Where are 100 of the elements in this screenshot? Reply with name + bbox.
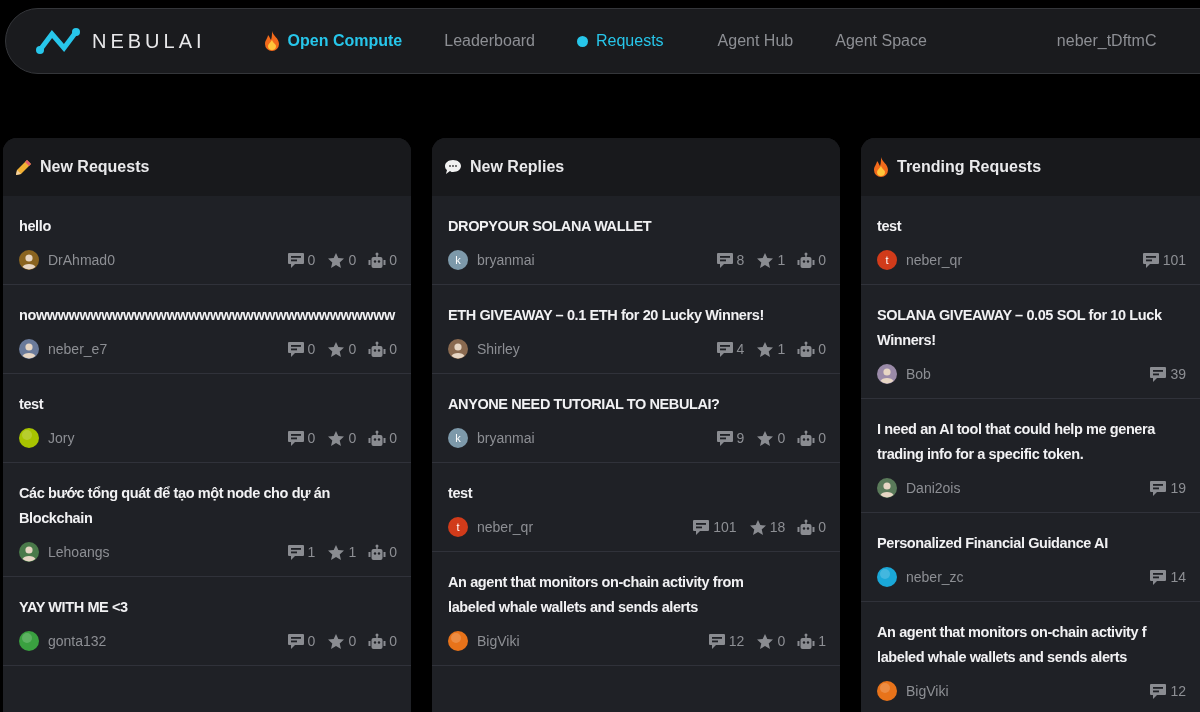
star-icon — [756, 251, 775, 269]
star-count: 1 — [777, 341, 786, 357]
author-name: bryanmai — [477, 430, 536, 446]
robot-icon — [797, 429, 816, 447]
request-title: Personalized Financial Guidance AI — [877, 534, 1108, 553]
star-icon — [327, 340, 346, 358]
robot-icon — [368, 632, 387, 650]
comment-count: 19 — [1170, 480, 1186, 496]
speech-bubble-icon — [444, 159, 462, 175]
nav-link[interactable]: Open Compute — [263, 31, 403, 51]
comment-icon — [286, 251, 305, 269]
request-title: Các bước tổng quát để tạo một node cho dự án Blockchain — [19, 484, 330, 528]
agent-count: 0 — [818, 519, 826, 535]
panel-title: New Replies — [470, 158, 565, 176]
request-item[interactable]: An agent that monitors on-chain activity from labeled whale wallets and sends alerts BigViki 12 0 1 — [432, 552, 840, 666]
agent-count: 0 — [818, 430, 826, 446]
author-name: DrAhmad0 — [48, 252, 116, 268]
author-name: BigViki — [906, 683, 950, 699]
comment-count: 12 — [728, 633, 745, 649]
author-name: gonta132 — [48, 633, 108, 649]
star-count: 0 — [777, 430, 786, 446]
username[interactable]: neber_tDftmC — [1056, 32, 1157, 50]
nav-link[interactable]: Agent Hub — [717, 32, 794, 50]
comment-icon — [715, 251, 734, 269]
comment-icon — [1149, 568, 1168, 586]
request-item[interactable]: ANYONE NEED TUTORIAL TO NEBULAI? k bryanmai 9 0 0 — [432, 374, 840, 463]
comment-icon — [1149, 479, 1168, 497]
request-item[interactable]: test t neber_qr 101 18 0 — [432, 463, 840, 552]
agent-count: 0 — [389, 633, 397, 649]
pencil-icon — [15, 158, 32, 176]
panel-title: Trending Requests — [897, 158, 1042, 176]
author-name: Dani2ois — [906, 480, 962, 496]
request-item[interactable]: Các bước tổng quát để tạo một node cho dự án Blockchain Lehoangs 1 1 0 — [3, 463, 411, 577]
star-icon — [327, 543, 346, 561]
request-item[interactable]: Personalized Financial Guidance AI neber_zc 14 — [861, 513, 1200, 602]
request-title: test — [877, 217, 902, 236]
robot-icon — [797, 251, 816, 269]
panel-title: New Requests — [40, 158, 150, 176]
star-icon — [756, 632, 775, 650]
request-item[interactable]: DROPYOUR SOLANA WALLET k bryanmai 8 1 0 — [432, 196, 840, 285]
agent-count: 1 — [818, 633, 826, 649]
star-count: 1 — [348, 544, 357, 560]
comment-icon — [692, 518, 711, 536]
star-count: 0 — [348, 341, 357, 357]
request-title: nowwwwwwwwwwwwwwwwwwwwwwwwwwwwwwwww — [19, 306, 395, 325]
star-count: 0 — [348, 430, 357, 446]
comment-icon — [1141, 251, 1160, 269]
request-item[interactable]: I need an AI tool that could help me genera trading info for a specific token. Dani2ois 19 — [861, 399, 1200, 513]
request-item[interactable]: YAY WITH ME <3 gonta132 0 0 0 — [3, 577, 411, 666]
logo-icon — [36, 26, 82, 56]
request-item[interactable]: SOLANA GIVEAWAY – 0.05 SOL for 10 Luck Winners! Bob 39 — [861, 285, 1200, 399]
request-item[interactable]: test t neber_qr 101 — [861, 196, 1200, 285]
avatar: k — [448, 428, 468, 448]
agent-count: 0 — [818, 341, 826, 357]
request-title: SOLANA GIVEAWAY – 0.05 SOL for 10 Luck Winners! — [877, 306, 1162, 350]
comment-count: 1 — [307, 544, 316, 560]
avatar: t — [448, 517, 468, 537]
comment-icon — [707, 632, 726, 650]
comment-count: 12 — [1170, 683, 1186, 699]
star-icon — [327, 632, 346, 650]
author-name: BigViki — [477, 633, 521, 649]
request-item[interactable]: hello DrAhmad0 0 0 0 — [3, 196, 411, 285]
comment-count: 0 — [307, 430, 316, 446]
request-item[interactable]: nowwwwwwwwwwwwwwwwwwwwwwwwwwwwwwwww neber_e7 0 0 0 — [3, 285, 411, 374]
brand-name: NEBULAI — [92, 29, 206, 53]
agent-count: 0 — [389, 544, 397, 560]
comment-icon — [286, 429, 305, 447]
robot-icon — [368, 251, 387, 269]
comment-icon — [286, 543, 305, 561]
request-item[interactable]: test Jory 0 0 0 — [3, 374, 411, 463]
robot-icon — [797, 632, 816, 650]
robot-icon — [797, 518, 816, 536]
author-name: bryanmai — [477, 252, 536, 268]
author-name: neber_qr — [906, 252, 964, 268]
fire-icon — [873, 157, 889, 177]
comment-icon — [1149, 682, 1168, 700]
comment-count: 0 — [307, 633, 316, 649]
request-item[interactable]: ETH GIVEAWAY – 0.1 ETH for 20 Lucky Winners! Shirley 4 1 0 — [432, 285, 840, 374]
comment-icon — [715, 429, 734, 447]
comment-icon — [286, 632, 305, 650]
request-title: test — [19, 395, 44, 414]
request-title: ETH GIVEAWAY – 0.1 ETH for 20 Lucky Winners! — [448, 306, 764, 325]
request-title: DROPYOUR SOLANA WALLET — [448, 217, 652, 236]
agent-count: 0 — [389, 341, 397, 357]
nav-link[interactable]: Leaderboard — [444, 32, 535, 50]
author-name: neber_zc — [906, 569, 965, 585]
nav-link[interactable]: Requests — [577, 32, 664, 50]
comment-icon — [1149, 365, 1168, 383]
request-title: test — [448, 484, 473, 503]
comment-count: 0 — [307, 252, 316, 268]
comment-count: 14 — [1170, 569, 1186, 585]
star-icon — [748, 518, 767, 536]
comment-count: 101 — [713, 519, 737, 535]
nav-link[interactable]: Agent Space — [835, 32, 927, 50]
comment-count: 8 — [736, 252, 745, 268]
comment-count: 4 — [736, 341, 745, 357]
avatar: t — [877, 250, 897, 270]
request-item[interactable]: An agent that monitors on-chain activity f labeled whale wallets and sends alerts BigViki 12 — [861, 602, 1200, 712]
request-title: YAY WITH ME <3 — [19, 598, 128, 617]
author-name: Bob — [906, 366, 932, 382]
